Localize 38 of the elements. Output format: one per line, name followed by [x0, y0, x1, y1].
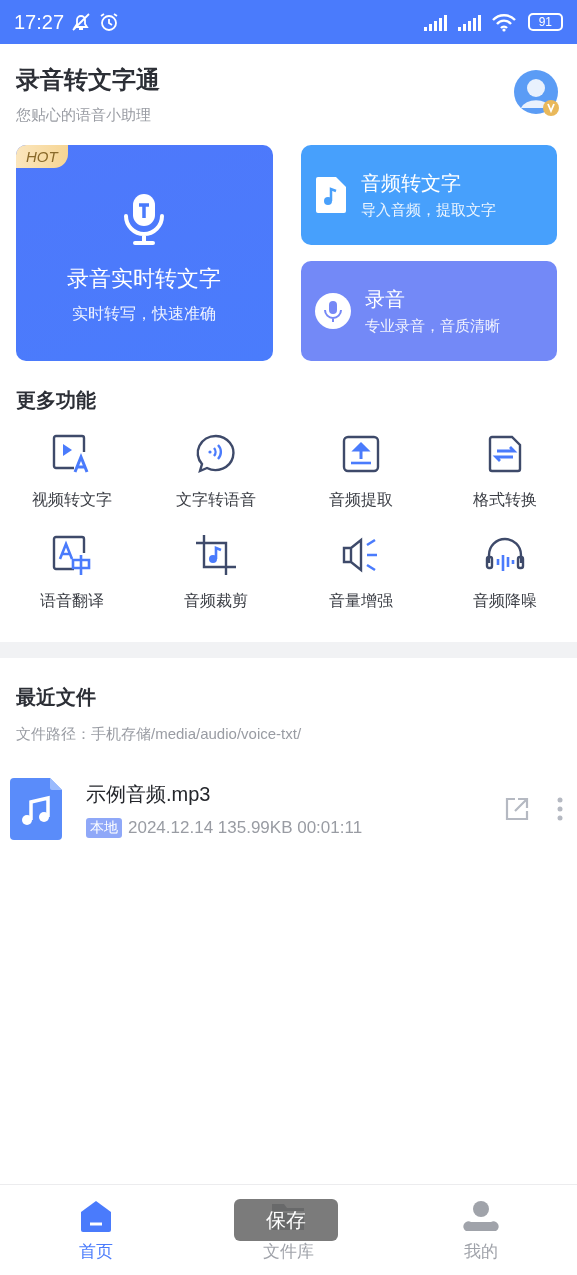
feature-item[interactable]: 格式转换: [432, 432, 577, 511]
crop-icon: [194, 533, 239, 577]
card-title: 音频转文字: [360, 171, 462, 196]
more-icon[interactable]: [555, 795, 565, 823]
battery-indicator: 91: [527, 13, 563, 31]
music-file-icon: [10, 778, 62, 840]
feature-item[interactable]: 音频提取: [288, 432, 433, 511]
microphone-icon: [314, 293, 351, 329]
card-subtitle: 导入音频，提取文字: [360, 201, 496, 220]
card-title: 录音: [364, 287, 406, 312]
file-name[interactable]: 示例音频.mp3: [86, 780, 211, 808]
bell-off-icon: [70, 11, 93, 33]
app-subtitle: 您贴心的语音小助理: [16, 105, 152, 125]
clock-time: 17:27: [14, 10, 65, 34]
music-file-icon: [314, 176, 347, 214]
section-title: 更多功能: [15, 388, 97, 413]
hot-badge: HOT: [16, 145, 68, 168]
section-title: 最近文件: [15, 685, 97, 710]
realtime-transcribe-card[interactable]: HOT 录音实时转文字 实时转写，快速准确: [16, 145, 273, 361]
app-title: 录音转文字通: [16, 64, 161, 95]
card-title: 录音实时转文字: [67, 264, 222, 293]
card-subtitle: 专业录音，音质清晰: [364, 317, 500, 336]
file-meta: 2024.12.14 135.99KB 00:01:11: [128, 817, 363, 838]
microphone-icon: [122, 191, 167, 246]
save-toast: 保存: [234, 1199, 338, 1241]
tab[interactable]: 首页: [79, 1239, 114, 1263]
avatar-icon[interactable]: [513, 70, 561, 118]
feature-item[interactable]: 音量增强: [288, 533, 433, 612]
card-subtitle: 实时转写，快速准确: [72, 303, 217, 324]
file-path-text: 文件路径：手机存储/media/audio/voice-txt/: [15, 724, 303, 744]
share-icon[interactable]: [503, 795, 531, 823]
feature-item[interactable]: 音频降噪: [432, 533, 577, 612]
feature-item[interactable]: 音频裁剪: [144, 533, 289, 612]
local-tag: 本地: [86, 817, 122, 838]
feature-item[interactable]: 语音翻译: [0, 533, 145, 612]
feature-item[interactable]: 文字转语音: [144, 432, 289, 511]
feature-item[interactable]: 视频转文字: [0, 432, 145, 511]
wifi-icon: [489, 11, 518, 33]
